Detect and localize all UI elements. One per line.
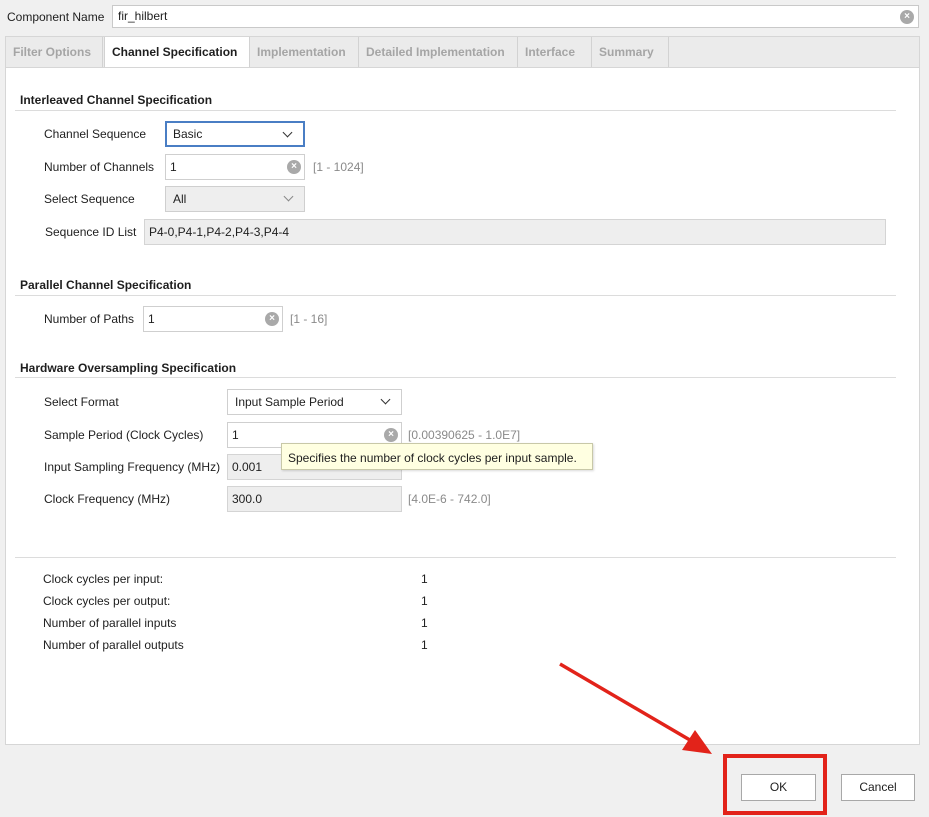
component-name-label: Component Name xyxy=(7,10,105,24)
summary-value: 1 xyxy=(421,594,428,608)
summary-label: Number of parallel inputs xyxy=(43,616,177,630)
channel-sequence-select[interactable]: Basic xyxy=(165,121,305,147)
summary-label: Clock cycles per output: xyxy=(43,594,171,608)
interleaved-section-title: Interleaved Channel Specification xyxy=(20,93,213,107)
num-channels-input[interactable]: 1 × xyxy=(165,154,305,180)
tab-detailed-implementation[interactable]: Detailed Implementation xyxy=(359,37,518,68)
num-paths-range: [1 - 16] xyxy=(290,312,328,326)
oversampling-section-title: Hardware Oversampling Specification xyxy=(20,361,237,375)
tab-channel-specification[interactable]: Channel Specification xyxy=(104,37,250,69)
sequence-id-field: P4-0,P4-1,P4-2,P4-3,P4-4 xyxy=(144,219,886,245)
tab-summary[interactable]: Summary xyxy=(592,37,669,68)
clear-icon[interactable]: × xyxy=(287,160,301,174)
select-sequence-select[interactable]: All xyxy=(165,186,305,212)
clock-freq-range: [4.0E-6 - 742.0] xyxy=(408,492,491,506)
select-format-label: Select Format xyxy=(44,395,119,409)
component-name-value: fir_hilbert xyxy=(118,9,168,23)
input-freq-value: 0.001 xyxy=(232,460,263,474)
ok-button[interactable]: OK xyxy=(741,774,816,801)
select-format-select[interactable]: Input Sample Period xyxy=(227,389,402,415)
red-arrow-annotation xyxy=(559,662,712,754)
summary-value: 1 xyxy=(421,638,428,652)
section-divider xyxy=(15,295,896,296)
cancel-button[interactable]: Cancel xyxy=(841,774,915,801)
num-channels-range: [1 - 1024] xyxy=(313,160,364,174)
select-format-value: Input Sample Period xyxy=(235,395,344,409)
section-divider xyxy=(15,377,896,378)
tab-bar: Filter Options Channel Specification Imp… xyxy=(5,36,920,69)
section-divider xyxy=(15,110,896,111)
tab-filter-options[interactable]: Filter Options xyxy=(6,37,103,68)
channel-sequence-label: Channel Sequence xyxy=(44,127,147,141)
chevron-down-icon xyxy=(283,191,294,202)
channel-sequence-value: Basic xyxy=(173,127,203,141)
arrow-head xyxy=(682,730,712,754)
num-channels-label: Number of Channels xyxy=(44,160,155,174)
sample-period-tooltip: Specifies the number of clock cycles per… xyxy=(281,443,593,470)
summary-value: 1 xyxy=(421,616,428,630)
select-sequence-value: All xyxy=(173,192,187,206)
clear-icon[interactable]: × xyxy=(900,10,914,24)
chevron-down-icon xyxy=(380,394,391,405)
num-channels-value: 1 xyxy=(170,160,177,174)
sample-period-range: [0.00390625 - 1.0E7] xyxy=(408,428,521,442)
summary-label: Clock cycles per input: xyxy=(43,572,164,586)
chevron-down-icon xyxy=(282,127,293,138)
select-sequence-label: Select Sequence xyxy=(44,192,135,206)
section-divider xyxy=(15,557,896,558)
input-freq-label: Input Sampling Frequency (MHz) xyxy=(44,460,221,474)
arrow-line xyxy=(559,662,696,745)
tab-implementation[interactable]: Implementation xyxy=(250,37,359,68)
num-paths-value: 1 xyxy=(148,312,155,326)
sample-period-label: Sample Period (Clock Cycles) xyxy=(44,428,204,442)
component-name-input[interactable]: fir_hilbert × xyxy=(112,5,919,28)
tab-interface[interactable]: Interface xyxy=(518,37,592,68)
sequence-id-label: Sequence ID List xyxy=(45,225,137,239)
clock-freq-field: 300.0 xyxy=(227,486,402,512)
num-paths-input[interactable]: 1 × xyxy=(143,306,283,332)
sample-period-value: 1 xyxy=(232,428,239,442)
parallel-section-title: Parallel Channel Specification xyxy=(20,278,192,292)
clear-icon[interactable]: × xyxy=(384,428,398,442)
summary-value: 1 xyxy=(421,572,428,586)
sequence-id-value: P4-0,P4-1,P4-2,P4-3,P4-4 xyxy=(149,225,290,239)
clock-freq-value: 300.0 xyxy=(232,492,263,506)
clock-freq-label: Clock Frequency (MHz) xyxy=(44,492,171,506)
summary-label: Number of parallel outputs xyxy=(43,638,184,652)
clear-icon[interactable]: × xyxy=(265,312,279,326)
num-paths-label: Number of Paths xyxy=(44,312,135,326)
